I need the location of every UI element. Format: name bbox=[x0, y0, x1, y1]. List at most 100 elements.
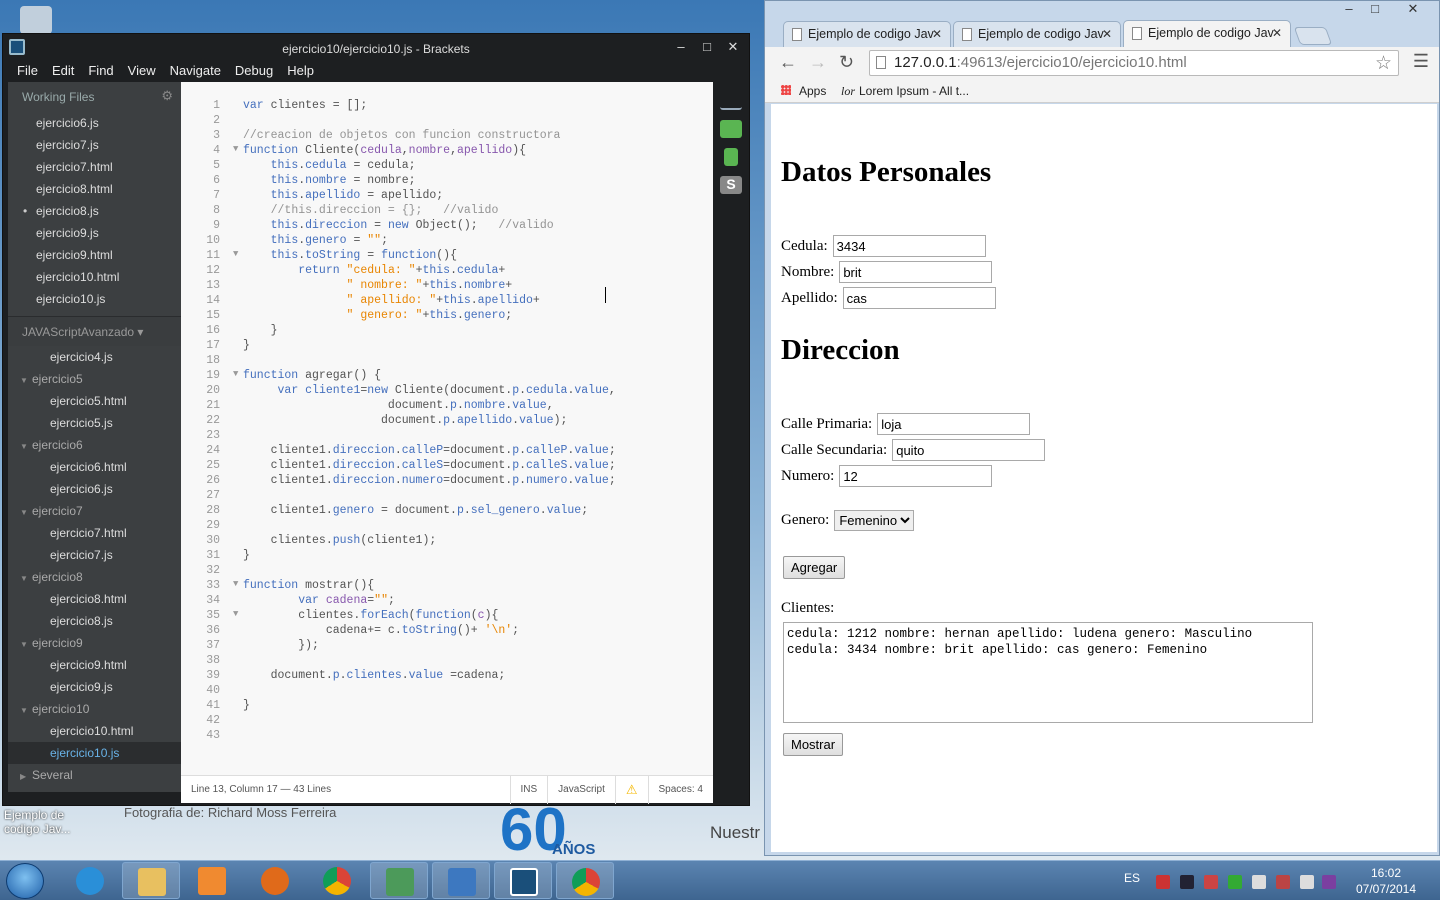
gear-icon[interactable]: ⚙ bbox=[161, 88, 173, 104]
tree-folder[interactable]: ▼ ejercicio8 bbox=[8, 566, 181, 588]
bookmark-star-icon[interactable]: ☆ bbox=[1375, 52, 1392, 75]
menu-view[interactable]: View bbox=[126, 62, 164, 84]
extension-manager-icon[interactable] bbox=[720, 120, 742, 138]
clientes-textarea[interactable] bbox=[783, 622, 1313, 723]
working-file[interactable]: ejercicio7.html bbox=[8, 156, 181, 178]
tray-device-icon[interactable] bbox=[1252, 875, 1266, 889]
new-tab-button[interactable] bbox=[1293, 27, 1333, 45]
system-clock[interactable]: 16:02 07/07/2014 bbox=[1346, 865, 1426, 897]
menu-edit[interactable]: Edit bbox=[50, 62, 82, 84]
language-indicator[interactable]: ES bbox=[1124, 871, 1140, 885]
forward-arrow-icon[interactable]: → bbox=[809, 52, 827, 73]
tab-close-icon[interactable]: ✕ bbox=[1272, 26, 1282, 40]
s-extension-icon[interactable]: S bbox=[720, 176, 742, 194]
project-dropdown[interactable]: JAVAScriptAvanzado ▾ bbox=[8, 316, 181, 346]
fold-arrow-icon[interactable]: ▼ bbox=[233, 249, 238, 259]
fold-arrow-icon[interactable]: ▼ bbox=[233, 144, 238, 154]
menu-debug[interactable]: Debug bbox=[233, 62, 281, 84]
fold-arrow-icon[interactable]: ▼ bbox=[233, 579, 238, 589]
working-file[interactable]: ejercicio10.js bbox=[8, 288, 181, 310]
back-arrow-icon[interactable]: ← bbox=[779, 52, 797, 73]
firefox-icon[interactable] bbox=[246, 862, 304, 899]
cedula-input[interactable] bbox=[832, 235, 986, 257]
tree-file[interactable]: ejercicio8.html bbox=[8, 588, 181, 610]
chrome-icon[interactable] bbox=[308, 862, 366, 899]
working-file[interactable]: ejercicio8.html bbox=[8, 178, 181, 200]
tree-file[interactable]: ejercicio6.html bbox=[8, 456, 181, 478]
maximize-icon[interactable]: □ bbox=[1365, 1, 1385, 16]
agregar-button[interactable]: Agregar bbox=[783, 556, 846, 579]
tray-app-icon[interactable] bbox=[1156, 875, 1170, 889]
tree-file[interactable]: ejercicio10.html bbox=[8, 720, 181, 742]
tab-close-icon[interactable]: ✕ bbox=[932, 27, 942, 41]
volume-muted-icon[interactable] bbox=[1300, 875, 1314, 889]
calle-primaria-input[interactable] bbox=[877, 413, 1031, 435]
address-bar[interactable]: 127.0.0.1:49613/ejercicio10/ejercicio10.… bbox=[869, 50, 1399, 76]
reload-icon[interactable]: ↻ bbox=[839, 52, 854, 73]
numero-input[interactable] bbox=[839, 465, 993, 487]
brackets-taskbar-icon[interactable] bbox=[494, 862, 552, 899]
insert-mode[interactable]: INS bbox=[509, 775, 548, 804]
tree-folder-several[interactable]: ▶ Several bbox=[8, 764, 181, 786]
tree-file[interactable]: ejercicio6.js bbox=[8, 478, 181, 500]
menu-find[interactable]: Find bbox=[86, 62, 121, 84]
code-content[interactable]: var clientes = []; //creacion de objetos… bbox=[243, 98, 713, 743]
tree-file[interactable]: ejercicio5.html bbox=[8, 390, 181, 412]
live-preview-icon[interactable] bbox=[720, 92, 742, 110]
working-file[interactable]: ejercicio9.html bbox=[8, 244, 181, 266]
browser-tab[interactable]: Ejemplo de codigo Jav ✕ bbox=[953, 21, 1121, 47]
apellido-input[interactable] bbox=[842, 287, 996, 309]
desktop-shortcut-label[interactable]: Ejemplo de codigo Jav... bbox=[4, 808, 74, 836]
tree-file[interactable]: ejercicio5.js bbox=[8, 412, 181, 434]
tree-file[interactable]: ejercicio10.js bbox=[8, 742, 181, 764]
minimize-icon[interactable]: – bbox=[1339, 1, 1359, 16]
tray-network-icon[interactable] bbox=[1276, 875, 1290, 889]
nombre-input[interactable] bbox=[839, 261, 993, 283]
tab-close-icon[interactable]: ✕ bbox=[1102, 27, 1112, 41]
tree-folder[interactable]: ▼ ejercicio6 bbox=[8, 434, 181, 456]
genero-select[interactable]: Femenino bbox=[834, 510, 915, 531]
network-app-icon[interactable] bbox=[432, 862, 490, 899]
recycle-bin-icon[interactable] bbox=[20, 6, 52, 34]
tree-file[interactable]: ejercicio7.html bbox=[8, 522, 181, 544]
language-selector[interactable]: JavaScript bbox=[547, 775, 615, 804]
close-icon[interactable]: ✕ bbox=[1403, 1, 1423, 17]
fold-arrow-icon[interactable]: ▼ bbox=[233, 609, 238, 619]
menu-help[interactable]: Help bbox=[285, 62, 322, 84]
brackets-titlebar[interactable]: ejercicio10/ejercicio10.js - Brackets – … bbox=[3, 34, 749, 62]
fold-arrow-icon[interactable]: ▼ bbox=[233, 369, 238, 379]
tree-file[interactable]: ejercicio7.js bbox=[8, 544, 181, 566]
tree-folder[interactable]: ▼ ejercicio5 bbox=[8, 368, 181, 390]
working-file[interactable]: ejercicio10.html bbox=[8, 266, 181, 288]
mostrar-button[interactable]: Mostrar bbox=[783, 733, 844, 756]
working-file[interactable]: ejercicio7.js bbox=[8, 134, 181, 156]
bookmark-lorem-ipsum[interactable]: Lorem Ipsum - All t... bbox=[859, 84, 969, 98]
chrome-taskbar-icon[interactable] bbox=[556, 862, 614, 899]
internet-explorer-icon[interactable] bbox=[61, 862, 119, 899]
menu-file[interactable]: File bbox=[15, 62, 46, 84]
browser-tab[interactable]: Ejemplo de codigo Jav ✕ bbox=[783, 21, 951, 47]
onenote-icon[interactable] bbox=[1322, 875, 1336, 889]
bookmark-apps[interactable]: Apps bbox=[799, 84, 826, 98]
extension-gift-icon[interactable] bbox=[724, 148, 738, 166]
indent-spaces[interactable]: Spaces: 4 bbox=[647, 775, 713, 804]
tree-file[interactable]: ejercicio9.js bbox=[8, 676, 181, 698]
tree-folder[interactable]: ▼ ejercicio7 bbox=[8, 500, 181, 522]
close-icon[interactable]: ✕ bbox=[723, 39, 743, 55]
code-editor[interactable]: 1 2 3 4 5 6 7 8 9 10 11 12 13 14 15 16 17 18 19 20 21 22 23 24 2… bbox=[181, 82, 794, 775]
tree-folder[interactable]: ▼ ejercicio9 bbox=[8, 632, 181, 654]
tray-monitor-icon[interactable] bbox=[1180, 875, 1194, 889]
minimize-icon[interactable]: – bbox=[671, 39, 691, 54]
working-file[interactable]: ejercicio9.js bbox=[8, 222, 181, 244]
working-file[interactable]: ejercicio8.js bbox=[8, 200, 181, 222]
media-player-icon[interactable] bbox=[183, 862, 241, 899]
browser-tab-active[interactable]: Ejemplo de codigo Jav ✕ bbox=[1123, 20, 1291, 48]
calle-secundaria-input[interactable] bbox=[892, 439, 1046, 461]
tray-security-icon[interactable] bbox=[1204, 875, 1218, 889]
hamburger-menu-icon[interactable]: ☰ bbox=[1413, 51, 1429, 72]
maximize-icon[interactable]: □ bbox=[697, 39, 717, 54]
warning-icon[interactable]: ⚠ bbox=[614, 775, 648, 804]
tree-file[interactable]: ejercicio9.html bbox=[8, 654, 181, 676]
tree-folder[interactable]: ▼ ejercicio10 bbox=[8, 698, 181, 720]
tree-file[interactable]: ejercicio4.js bbox=[8, 346, 181, 368]
